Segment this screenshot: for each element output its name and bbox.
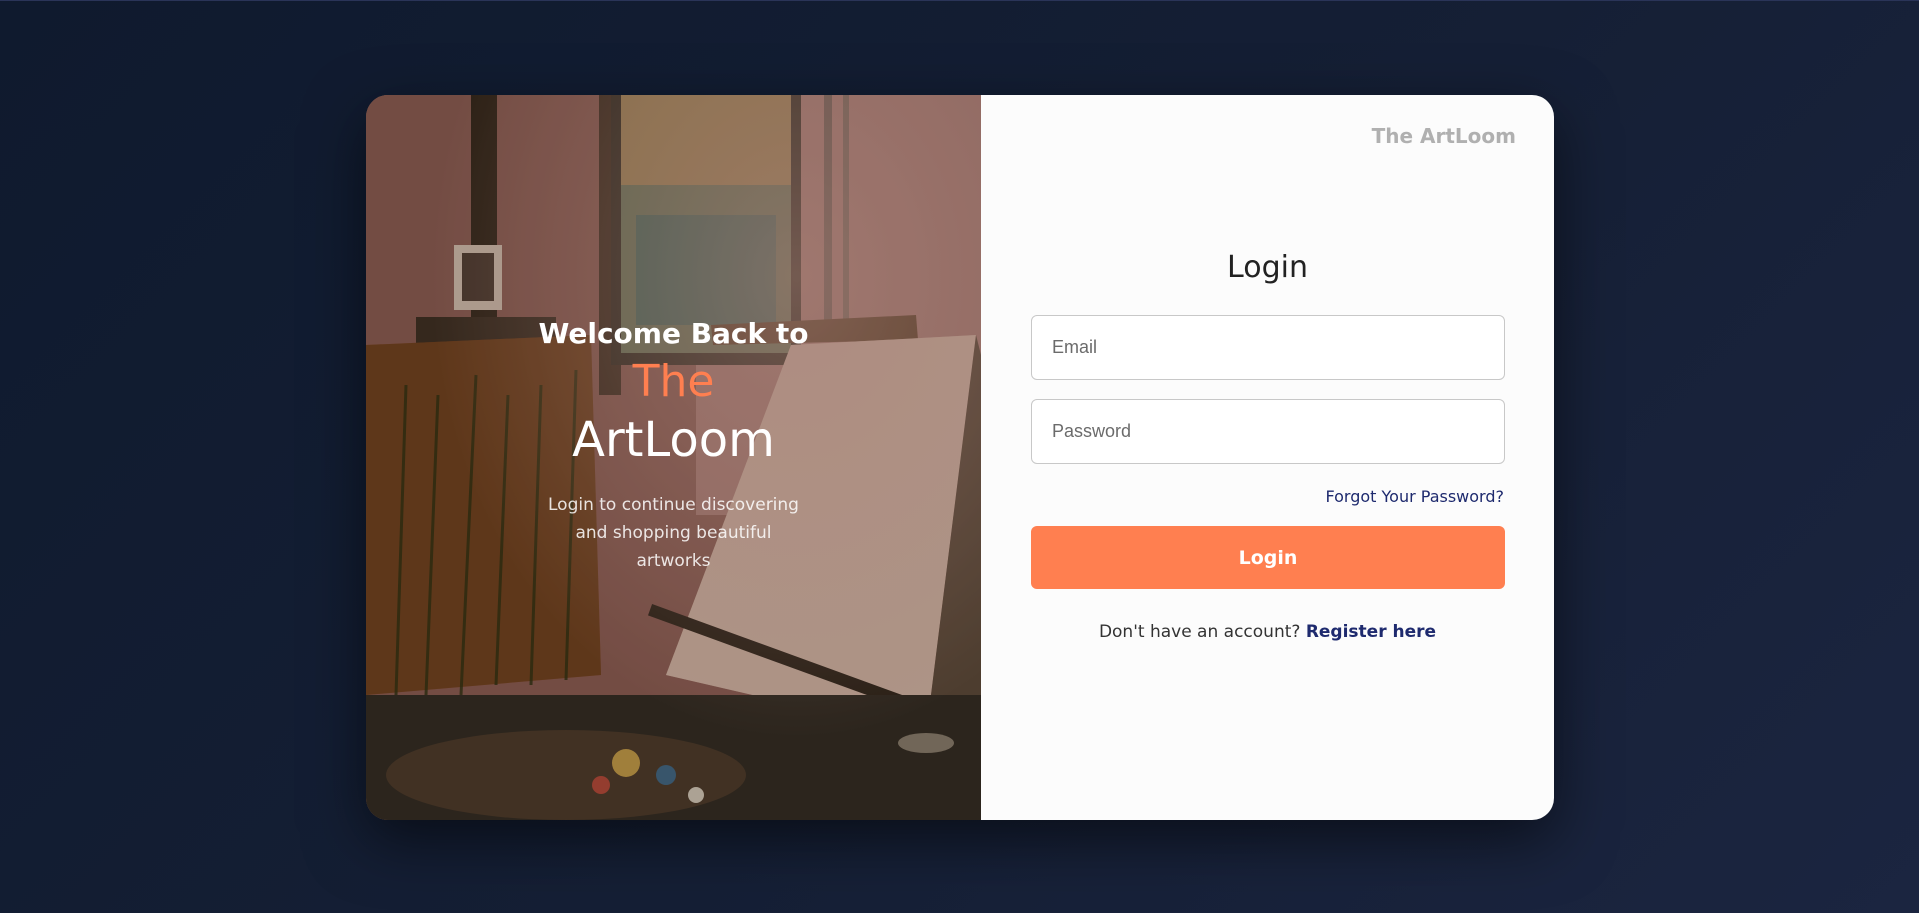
welcome-heading: Welcome Back to <box>538 317 809 350</box>
forgot-password-link[interactable]: Forgot Your Password? <box>1326 487 1505 506</box>
welcome-block: Welcome Back to The ArtLoom Login to con… <box>366 315 981 575</box>
window-top-border <box>0 0 1919 1</box>
register-link[interactable]: Register here <box>1306 622 1436 642</box>
login-form-panel: The ArtLoom Login Forgot Your Password? … <box>981 95 1554 820</box>
login-card: Welcome Back to The ArtLoom Login to con… <box>366 95 1554 820</box>
brand-the-text: The <box>632 356 715 407</box>
welcome-subtitle: Login to continue discovering and shoppi… <box>548 495 799 571</box>
register-prompt-text: Don't have an account? <box>1098 622 1301 642</box>
artwork-panel: Welcome Back to The ArtLoom Login to con… <box>366 95 981 820</box>
password-field[interactable] <box>1031 399 1505 464</box>
brand-name-text: ArtLoom <box>572 412 775 468</box>
login-button[interactable]: Login <box>1031 526 1505 589</box>
brand-logo-text: The ArtLoom <box>1371 124 1516 148</box>
register-prompt-line: Don't have an account? Register here <box>981 622 1554 642</box>
form-title: Login <box>1227 250 1308 285</box>
email-field[interactable] <box>1031 315 1505 380</box>
